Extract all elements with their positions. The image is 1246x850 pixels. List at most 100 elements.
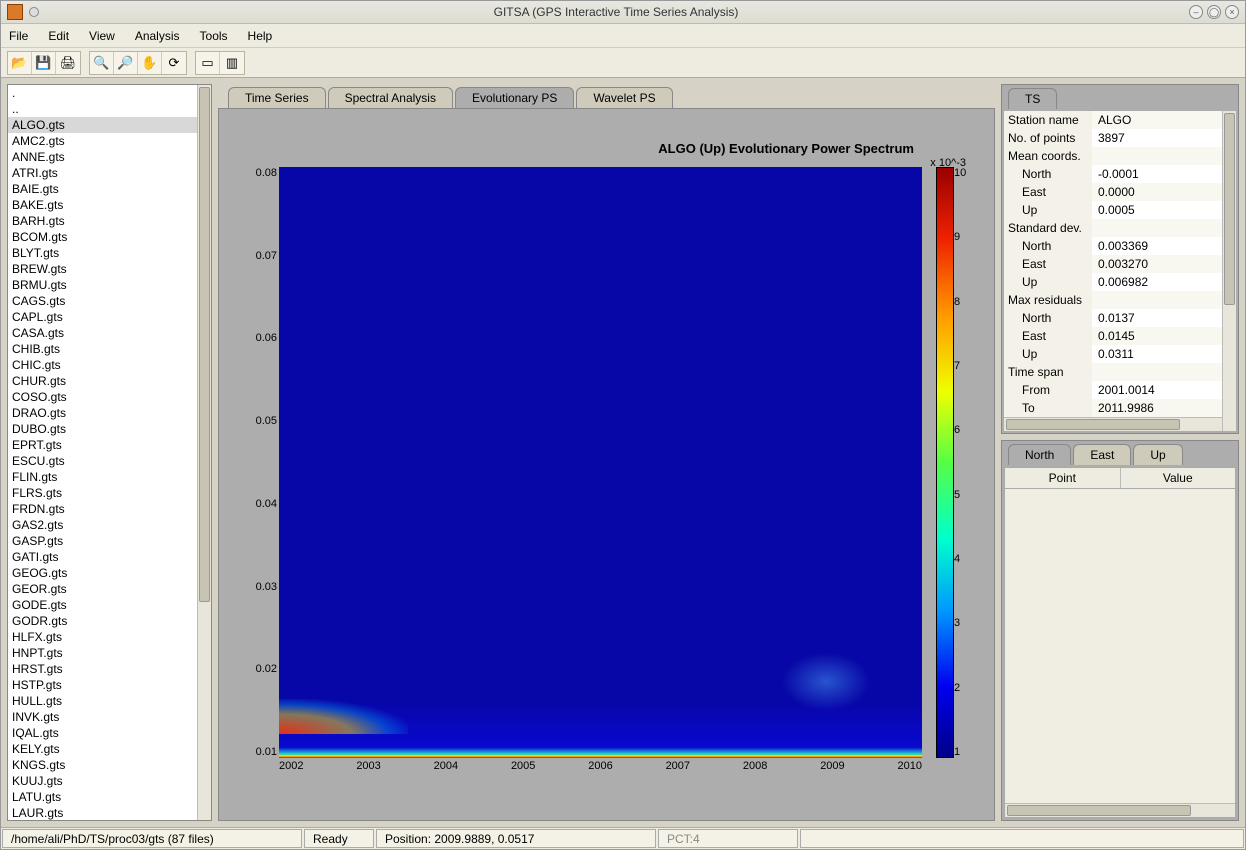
- list-item[interactable]: HLFX.gts: [8, 629, 197, 645]
- tab-up[interactable]: Up: [1133, 444, 1182, 465]
- list-item[interactable]: ..: [8, 101, 197, 117]
- list-item[interactable]: HSTP.gts: [8, 677, 197, 693]
- list-item[interactable]: BLYT.gts: [8, 245, 197, 261]
- tab-time-series[interactable]: Time Series: [228, 87, 326, 108]
- info-row: East0.0000: [1004, 183, 1222, 201]
- list-item[interactable]: HULL.gts: [8, 693, 197, 709]
- toolbar: 📂 💾 🖨 🔍 🔎 ✋ ⟳ ▭ ▥: [1, 48, 1245, 78]
- points-hscroll[interactable]: [1005, 803, 1235, 817]
- list-item[interactable]: GATI.gts: [8, 549, 197, 565]
- info-row: Station nameALGO: [1004, 111, 1222, 129]
- list-item[interactable]: CHUR.gts: [8, 373, 197, 389]
- list-item[interactable]: INVK.gts: [8, 709, 197, 725]
- tab-north[interactable]: North: [1008, 444, 1071, 465]
- ts-info-vscroll[interactable]: [1222, 111, 1236, 431]
- pan-icon[interactable]: ✋: [138, 52, 162, 74]
- menu-help[interactable]: Help: [248, 29, 273, 43]
- menu-edit[interactable]: Edit: [48, 29, 69, 43]
- menu-tools[interactable]: Tools: [200, 29, 228, 43]
- list-item[interactable]: BARH.gts: [8, 213, 197, 229]
- list-item[interactable]: CAPL.gts: [8, 309, 197, 325]
- list-item[interactable]: BAIE.gts: [8, 181, 197, 197]
- list-item[interactable]: GASP.gts: [8, 533, 197, 549]
- menu-analysis[interactable]: Analysis: [135, 29, 180, 43]
- tab-evolutionary-ps[interactable]: Evolutionary PS: [455, 87, 574, 108]
- tab-wavelet-ps[interactable]: Wavelet PS: [576, 87, 672, 108]
- ts-info-panel: TS Station nameALGONo. of points3897Mean…: [1001, 84, 1239, 434]
- statusbar: /home/ali/PhD/TS/proc03/gts (87 files) R…: [1, 827, 1245, 849]
- datacursor-icon[interactable]: ▭: [196, 52, 220, 74]
- tab-spectral-analysis[interactable]: Spectral Analysis: [328, 87, 453, 108]
- list-item[interactable]: BCOM.gts: [8, 229, 197, 245]
- file-list-scrollbar[interactable]: [197, 85, 211, 820]
- list-item[interactable]: FRDN.gts: [8, 501, 197, 517]
- info-row: No. of points3897: [1004, 129, 1222, 147]
- list-item[interactable]: ATRI.gts: [8, 165, 197, 181]
- list-item[interactable]: ANNE.gts: [8, 149, 197, 165]
- list-item[interactable]: LAUR.gts: [8, 805, 197, 820]
- list-item[interactable]: AMC2.gts: [8, 133, 197, 149]
- list-item[interactable]: HRST.gts: [8, 661, 197, 677]
- list-item[interactable]: KNGS.gts: [8, 757, 197, 773]
- minimize-button[interactable]: –: [1189, 5, 1203, 19]
- zoom-in-icon[interactable]: 🔍: [90, 52, 114, 74]
- list-item[interactable]: .: [8, 85, 197, 101]
- file-list[interactable]: ...ALGO.gtsAMC2.gtsANNE.gtsATRI.gtsBAIE.…: [7, 84, 212, 821]
- list-item[interactable]: HNPT.gts: [8, 645, 197, 661]
- close-button[interactable]: ×: [1225, 5, 1239, 19]
- rotate-icon[interactable]: ⟳: [162, 52, 186, 74]
- list-item[interactable]: IQAL.gts: [8, 725, 197, 741]
- plot-title: ALGO (Up) Evolutionary Power Spectrum: [658, 141, 914, 156]
- list-item[interactable]: BRMU.gts: [8, 277, 197, 293]
- y-axis-ticks: 0.080.070.060.050.040.030.020.01: [239, 167, 277, 758]
- open-icon[interactable]: 📂: [8, 52, 32, 74]
- list-item[interactable]: FLIN.gts: [8, 469, 197, 485]
- list-item[interactable]: CAGS.gts: [8, 293, 197, 309]
- left-pane: ...ALGO.gtsAMC2.gtsANNE.gtsATRI.gtsBAIE.…: [7, 84, 212, 821]
- list-item[interactable]: BREW.gts: [8, 261, 197, 277]
- colorbar: [936, 167, 954, 758]
- zoom-out-icon[interactable]: 🔎: [114, 52, 138, 74]
- list-item[interactable]: CASA.gts: [8, 325, 197, 341]
- status-spacer: [800, 829, 1244, 848]
- list-item[interactable]: LATU.gts: [8, 789, 197, 805]
- list-item[interactable]: DRAO.gts: [8, 405, 197, 421]
- heatmap: [279, 167, 922, 758]
- list-item[interactable]: EPRT.gts: [8, 437, 197, 453]
- status-position: Position: 2009.9889, 0.0517: [376, 829, 656, 848]
- plot-area[interactable]: ALGO (Up) Evolutionary Power Spectrum x …: [218, 108, 995, 821]
- menubar: File Edit View Analysis Tools Help: [1, 24, 1245, 48]
- menu-file[interactable]: File: [9, 29, 28, 43]
- titlebar: GITSA (GPS Interactive Time Series Analy…: [1, 1, 1245, 24]
- list-item[interactable]: GEOR.gts: [8, 581, 197, 597]
- list-item[interactable]: CHIC.gts: [8, 357, 197, 373]
- save-icon[interactable]: 💾: [32, 52, 56, 74]
- points-col-value[interactable]: Value: [1121, 468, 1236, 488]
- list-item[interactable]: COSO.gts: [8, 389, 197, 405]
- info-row: Up0.0005: [1004, 201, 1222, 219]
- colorbar-icon[interactable]: ▥: [220, 52, 244, 74]
- list-item[interactable]: KELY.gts: [8, 741, 197, 757]
- list-item[interactable]: BAKE.gts: [8, 197, 197, 213]
- list-item[interactable]: FLRS.gts: [8, 485, 197, 501]
- list-item[interactable]: KUUJ.gts: [8, 773, 197, 789]
- list-item[interactable]: GODE.gts: [8, 597, 197, 613]
- list-item[interactable]: GEOG.gts: [8, 565, 197, 581]
- list-item[interactable]: ESCU.gts: [8, 453, 197, 469]
- print-icon[interactable]: 🖨: [56, 52, 80, 74]
- info-row: Time span: [1004, 363, 1222, 381]
- list-item[interactable]: ALGO.gts: [8, 117, 197, 133]
- x-axis-ticks: 200220032004200520062007200820092010: [279, 760, 922, 780]
- list-item[interactable]: DUBO.gts: [8, 421, 197, 437]
- info-row: East0.0145: [1004, 327, 1222, 345]
- maximize-button[interactable]: ◯: [1207, 5, 1221, 19]
- list-item[interactable]: GAS2.gts: [8, 517, 197, 533]
- list-item[interactable]: GODR.gts: [8, 613, 197, 629]
- tab-ts[interactable]: TS: [1008, 88, 1057, 109]
- points-col-point[interactable]: Point: [1005, 468, 1121, 488]
- ts-info-hscroll[interactable]: [1004, 417, 1222, 431]
- list-item[interactable]: CHIB.gts: [8, 341, 197, 357]
- menu-view[interactable]: View: [89, 29, 115, 43]
- tab-east[interactable]: East: [1073, 444, 1131, 465]
- status-pct: PCT:4: [658, 829, 798, 848]
